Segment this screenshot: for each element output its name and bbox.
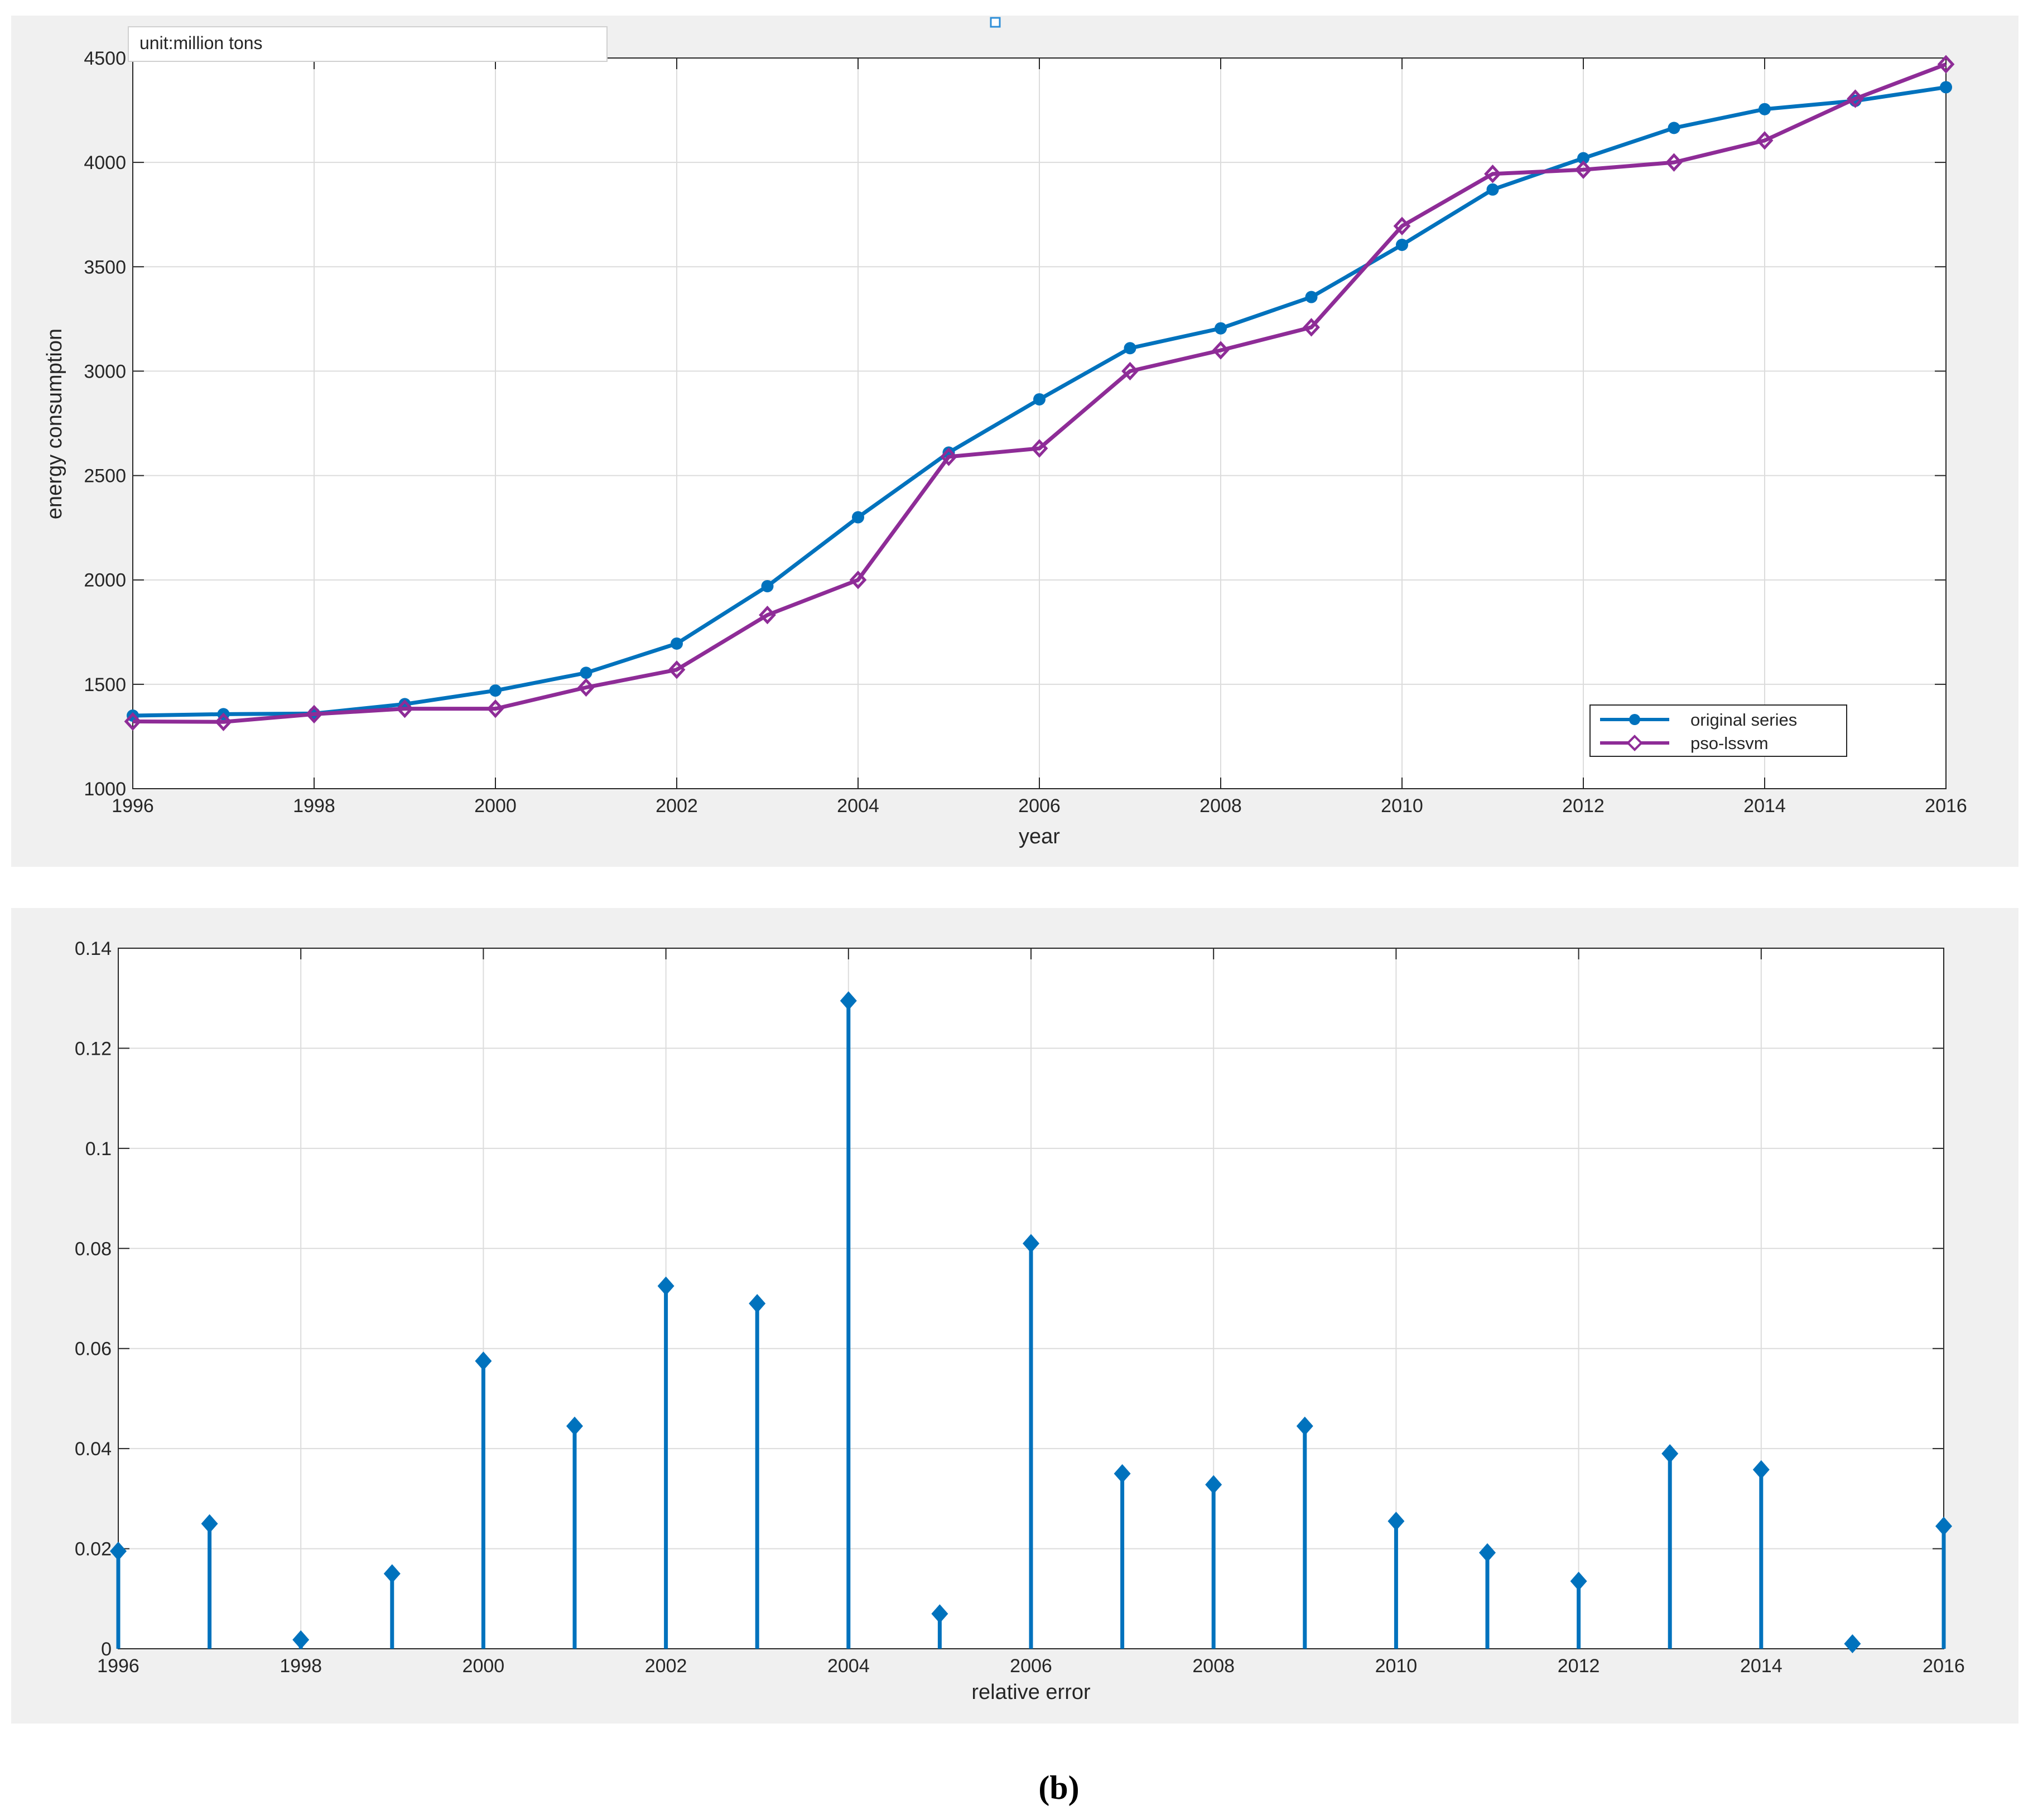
data-point-original <box>580 667 592 679</box>
data-point-original <box>1124 342 1136 355</box>
x-axis-label-bottom: relative error <box>971 1681 1091 1704</box>
x-tick-label: 2014 <box>1743 795 1786 817</box>
data-point-original <box>1033 393 1046 405</box>
figure-canvas: 100015002000250030003500400045001996 1998… <box>11 16 2018 1806</box>
data-point-original <box>1759 103 1771 115</box>
x-tick-label: 1998 <box>280 1655 322 1677</box>
y-tick-label: 1500 <box>84 674 126 696</box>
x-tick-label: 2008 <box>1199 795 1242 817</box>
y-tick-label: 4000 <box>84 152 126 173</box>
x-tick-label: 2006 <box>1010 1655 1052 1677</box>
legend: original series pso-lssvm <box>1589 704 1847 757</box>
x-tick-label: 2004 <box>837 795 879 817</box>
legend-label-pso: pso-lssvm <box>1690 733 1769 753</box>
y-tick-label: 3500 <box>84 257 126 278</box>
x-tick-label: 2016 <box>1923 1655 1965 1677</box>
y-tick-label: 3000 <box>84 361 126 382</box>
legend-marker-original <box>1629 714 1640 725</box>
y-tick-label: 2000 <box>84 570 126 591</box>
data-point-original <box>489 684 502 697</box>
y-tick-label: 0.1 <box>85 1138 112 1160</box>
y-tick-label: 0.08 <box>75 1238 112 1259</box>
y-axis-label-top: energy consumption <box>43 329 66 519</box>
legend-label-original: original series <box>1690 710 1797 730</box>
x-tick-label: 2000 <box>463 1655 505 1677</box>
x-tick-label: 1998 <box>293 795 335 817</box>
x-tick-label: 2002 <box>656 795 698 817</box>
x-tick-label: 2016 <box>1925 795 1967 817</box>
x-tick-label: 1996 <box>112 795 154 817</box>
data-point-original <box>1486 183 1499 196</box>
x-tick-label: 2002 <box>645 1655 687 1677</box>
x-tick-label: 2010 <box>1375 1655 1418 1677</box>
x-tick-label: 2010 <box>1381 795 1423 817</box>
x-tick-label: 2012 <box>1558 1655 1600 1677</box>
data-point-original <box>1305 291 1318 303</box>
x-tick-label: 2012 <box>1562 795 1605 817</box>
x-tick-label: 2006 <box>1018 795 1061 817</box>
x-tick-label: 1996 <box>97 1655 139 1677</box>
y-tick-label: 0.02 <box>75 1539 112 1560</box>
unit-annotation: unit:million tons <box>139 33 263 53</box>
x-axis-label-top: year <box>1019 825 1060 848</box>
x-tick-label: 2008 <box>1192 1655 1235 1677</box>
x-tick-label: 2014 <box>1740 1655 1783 1677</box>
data-point-original <box>671 637 683 650</box>
data-point-original <box>761 580 774 592</box>
y-tick-label: 0.12 <box>75 1038 112 1059</box>
x-tick-label: 2004 <box>827 1655 870 1677</box>
y-tick-label: 2500 <box>84 466 126 487</box>
selection-handle-icon <box>990 17 1001 28</box>
data-point-original <box>1215 322 1227 335</box>
x-tick-label: 2000 <box>474 795 517 817</box>
data-point-original <box>1668 122 1680 134</box>
y-tick-label: 0.14 <box>75 938 112 959</box>
y-tick-label: 0.04 <box>75 1438 112 1460</box>
data-point-original <box>1940 81 1952 94</box>
data-point-original <box>1396 238 1408 251</box>
y-tick-label: 4500 <box>84 48 126 69</box>
y-tick-label: 0.06 <box>75 1339 112 1360</box>
figure-caption: (b) <box>1038 1769 1079 1806</box>
data-point-original <box>852 511 864 524</box>
